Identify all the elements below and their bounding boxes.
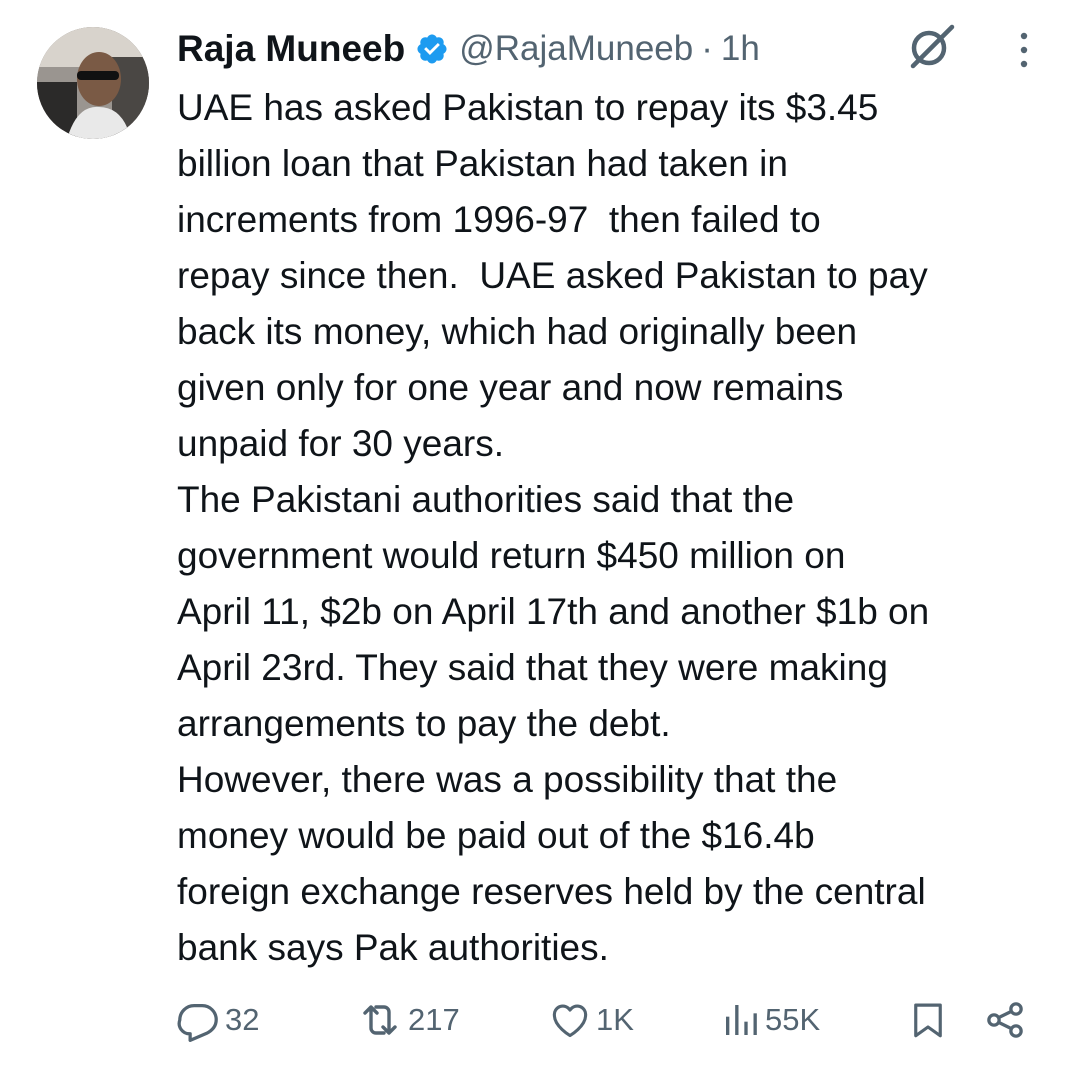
avatar-photo (37, 27, 149, 139)
tweet-actions: 32 217 1K 55K (0, 995, 1080, 1045)
repost-button[interactable]: 217 (356, 995, 460, 1045)
author-handle[interactable]: @RajaMuneeb (459, 29, 693, 69)
repost-count: 217 (408, 1002, 460, 1037)
views-count: 55K (765, 1002, 821, 1037)
reply-count: 32 (225, 1002, 260, 1037)
share-icon (987, 1002, 1023, 1038)
like-button[interactable]: 1K (548, 995, 634, 1045)
avatar[interactable] (37, 27, 149, 139)
author-name[interactable]: Raja Muneeb (177, 28, 405, 70)
views-icon (726, 1005, 757, 1035)
reply-icon (177, 1003, 218, 1042)
bookmark-icon (914, 1003, 942, 1038)
views-button[interactable]: 55K (721, 995, 820, 1045)
like-count: 1K (596, 1002, 634, 1037)
tweet-header: Raja Muneeb @RajaMuneeb · 1h (177, 24, 760, 74)
timestamp[interactable]: 1h (721, 29, 760, 69)
repost-icon (363, 1005, 397, 1035)
tweet-text: UAE has asked Pakistan to repay its $3.4… (177, 87, 930, 968)
more-options-icon[interactable] (1012, 30, 1036, 70)
header-separator: · (701, 29, 713, 68)
bookmark-button[interactable] (907, 995, 949, 1045)
share-button[interactable] (983, 995, 1027, 1045)
verified-badge-icon (415, 32, 449, 66)
grok-icon[interactable] (904, 22, 958, 72)
reply-button[interactable]: 32 (175, 995, 259, 1045)
heart-icon (552, 1004, 588, 1038)
